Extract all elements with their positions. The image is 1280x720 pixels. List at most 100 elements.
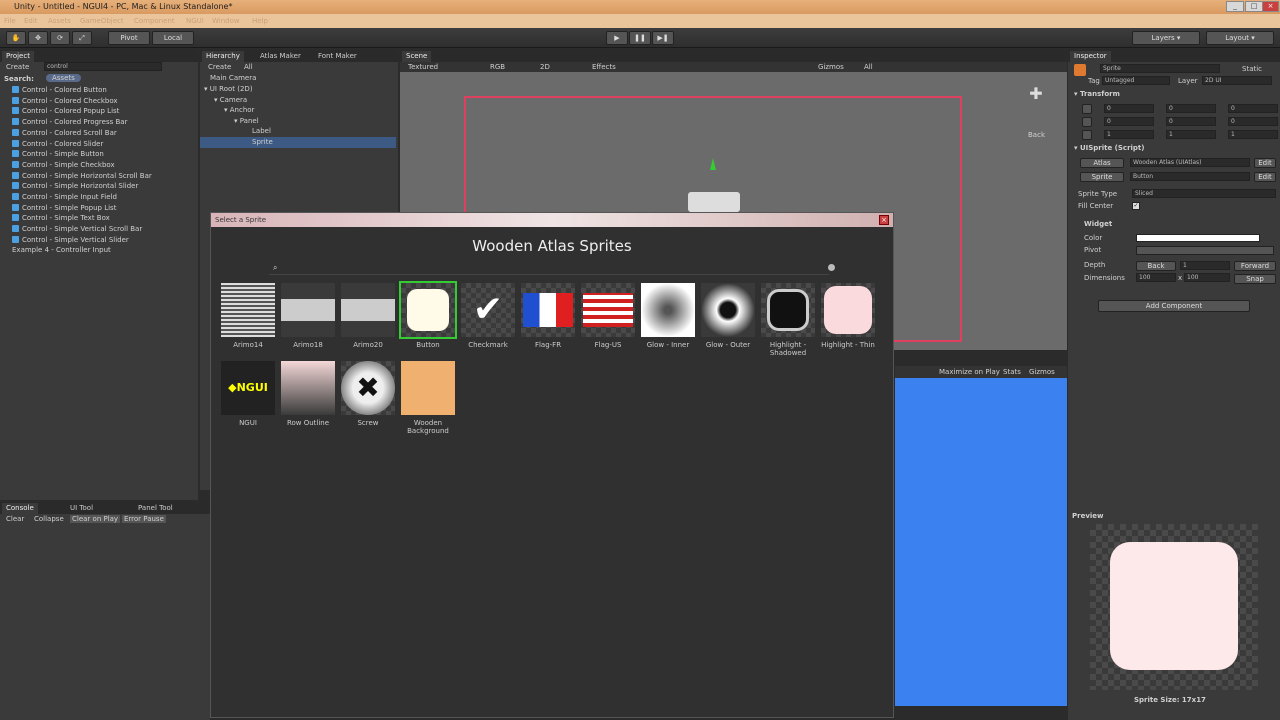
console-clear-button[interactable]: Clear	[6, 515, 24, 523]
sprite-field[interactable]: Button	[1130, 172, 1250, 181]
static-toggle[interactable]: Static	[1242, 65, 1262, 73]
console-collapse-button[interactable]: Collapse	[34, 515, 64, 523]
transform-p-x-field[interactable]: 0	[1104, 104, 1154, 113]
project-list-item[interactable]: Control - Simple Button	[12, 150, 104, 158]
minimize-button[interactable]: _	[1226, 1, 1244, 12]
transform-r-y-field[interactable]: 0	[1166, 117, 1216, 126]
transform-p-z-field[interactable]: 0	[1228, 104, 1278, 113]
dialog-titlebar[interactable]: Select a Sprite	[211, 213, 893, 227]
scene-asset-item[interactable]: Example 4 - Controller Input	[12, 246, 111, 254]
widget-header[interactable]: Widget	[1084, 220, 1112, 228]
color-swatch[interactable]	[1136, 234, 1260, 242]
pause-button[interactable]: ❚❚	[629, 31, 651, 45]
hierarchy-item[interactable]: ▾ Anchor	[224, 106, 254, 114]
play-button[interactable]: ▶	[606, 31, 628, 45]
scale-tool-button[interactable]: ⤢	[72, 31, 92, 45]
shading-dropdown[interactable]: Textured	[408, 63, 438, 71]
depth-field[interactable]: 1	[1180, 261, 1230, 270]
hierarchy-item[interactable]: Main Camera	[210, 74, 256, 82]
project-search-input[interactable]: control	[44, 62, 162, 71]
sprite-thumbnail[interactable]	[761, 283, 815, 337]
object-name-field[interactable]: Sprite	[1100, 64, 1220, 73]
close-window-button[interactable]: ×	[1262, 1, 1279, 12]
game-gizmos-dropdown[interactable]: Gizmos	[1029, 368, 1055, 376]
project-list-item[interactable]: Control - Simple Vertical Scroll Bar	[12, 225, 142, 233]
menu-gameobject[interactable]: GameObject	[80, 17, 124, 25]
width-field[interactable]: 100	[1136, 273, 1176, 282]
height-field[interactable]: 100	[1184, 273, 1230, 282]
console-error-pause-toggle[interactable]: Error Pause	[122, 515, 166, 523]
project-create-button[interactable]: Create	[6, 63, 29, 71]
2d-toggle[interactable]: 2D	[540, 63, 550, 71]
clear-search-icon[interactable]	[828, 264, 835, 271]
menu-file[interactable]: File	[4, 17, 16, 25]
sprite-thumbnail[interactable]	[281, 361, 335, 415]
tab-console[interactable]: Console	[2, 503, 38, 514]
button-sprite-preview[interactable]	[688, 192, 740, 212]
transform-s-z-field[interactable]: 1	[1228, 130, 1278, 139]
project-list-item[interactable]: Control - Colored Progress Bar	[12, 118, 127, 126]
depth-forward-button[interactable]: Forward	[1234, 261, 1276, 271]
project-list-item[interactable]: Control - Colored Button	[12, 86, 107, 94]
hierarchy-search-all[interactable]: All	[244, 63, 253, 71]
sprite-thumbnail[interactable]: ✔	[461, 283, 515, 337]
scene-gizmos-dropdown[interactable]: Gizmos	[818, 63, 844, 71]
local-toggle[interactable]: Local	[152, 31, 194, 45]
transform-s-y-field[interactable]: 1	[1166, 130, 1216, 139]
transform-s-x-field[interactable]: 1	[1104, 130, 1154, 139]
hierarchy-item[interactable]: Label	[252, 127, 271, 135]
game-view[interactable]	[895, 378, 1067, 706]
depth-back-button[interactable]: Back	[1136, 261, 1176, 271]
maximize-on-play-toggle[interactable]: Maximize on Play	[939, 368, 1000, 376]
menu-window[interactable]: Window	[212, 17, 240, 25]
sprite-type-dropdown[interactable]: Sliced	[1132, 189, 1276, 198]
menu-component[interactable]: Component	[134, 17, 175, 25]
scene-gizmo-icon[interactable]: ✚	[1022, 80, 1050, 108]
tab-scene[interactable]: Scene	[402, 51, 432, 62]
project-list-item[interactable]: Control - Simple Popup List	[12, 203, 116, 212]
sprite-thumbnail[interactable]: ✖	[341, 361, 395, 415]
sprite-search-field[interactable]: ⌕	[269, 263, 835, 275]
project-list-item[interactable]: Control - Simple Vertical Slider	[12, 235, 129, 244]
pivot-selector[interactable]	[1136, 246, 1274, 255]
tab-inspector[interactable]: Inspector	[1070, 51, 1111, 62]
atlas-edit-button[interactable]: Edit	[1254, 158, 1276, 168]
tab-hierarchy[interactable]: Hierarchy	[202, 51, 244, 62]
sprite-thumbnail[interactable]	[521, 283, 575, 337]
sprite-thumbnail[interactable]	[821, 283, 875, 337]
fill-center-checkbox[interactable]: ✓	[1132, 202, 1140, 210]
add-component-button[interactable]: Add Component	[1098, 300, 1250, 312]
menu-ngui[interactable]: NGUI	[186, 17, 204, 25]
transform-r-z-field[interactable]: 0	[1228, 117, 1278, 126]
maximize-button[interactable]: □	[1245, 1, 1263, 12]
project-list-item[interactable]: Control - Colored Checkbox	[12, 96, 118, 105]
transform-s-reset-button[interactable]	[1082, 130, 1092, 140]
project-list-item[interactable]: Control - Colored Popup List	[12, 107, 119, 115]
step-button[interactable]: ▶❚	[652, 31, 674, 45]
project-list-item[interactable]: Control - Colored Slider	[12, 139, 103, 148]
menu-assets[interactable]: Assets	[48, 17, 71, 25]
snap-button[interactable]: Snap	[1234, 274, 1276, 284]
move-tool-button[interactable]: ✥	[28, 31, 48, 45]
tab-ui-tool[interactable]: UI Tool	[66, 503, 97, 514]
rotate-tool-button[interactable]: ⟳	[50, 31, 70, 45]
transform-p-y-field[interactable]: 0	[1166, 104, 1216, 113]
transform-header[interactable]: ▾ Transform	[1074, 90, 1120, 98]
hierarchy-item[interactable]: ▾ Camera	[214, 96, 247, 104]
layers-dropdown[interactable]: Layers ▾	[1132, 31, 1200, 45]
layer-dropdown[interactable]: 2D UI	[1202, 76, 1272, 85]
hierarchy-item-selected[interactable]: Sprite	[200, 137, 396, 148]
sprite-thumbnail[interactable]	[701, 283, 755, 337]
scene-search-all[interactable]: All	[864, 63, 873, 71]
hierarchy-item[interactable]: ▾ Panel	[234, 117, 259, 125]
menu-help[interactable]: Help	[252, 17, 268, 25]
rgb-dropdown[interactable]: RGB	[490, 63, 505, 71]
assets-scope-tag[interactable]: Assets	[46, 74, 81, 82]
transform-r-reset-button[interactable]	[1082, 117, 1092, 127]
sprite-thumbnail[interactable]	[281, 283, 335, 337]
sprite-thumbnail[interactable]	[341, 283, 395, 337]
tag-dropdown[interactable]: Untagged	[1102, 76, 1170, 85]
project-list-item[interactable]: Control - Simple Checkbox	[12, 160, 115, 169]
menu-edit[interactable]: Edit	[24, 17, 38, 25]
project-list-item[interactable]: Control - Colored Scroll Bar	[12, 128, 117, 137]
